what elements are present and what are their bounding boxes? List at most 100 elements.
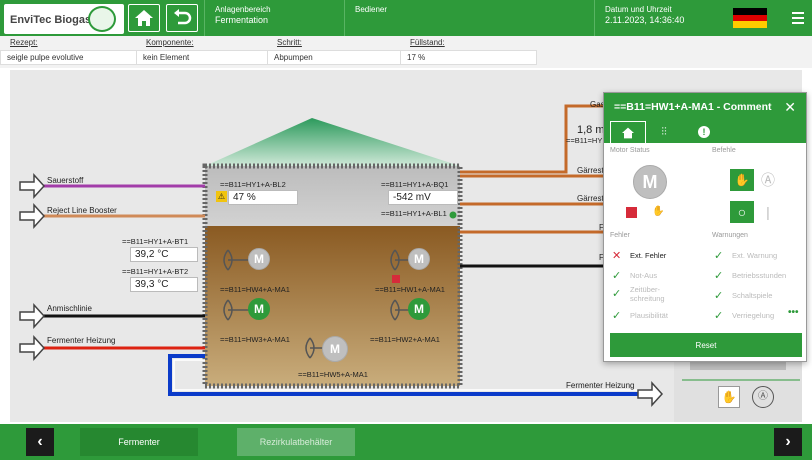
inlet-label-anmischlinie: Anmischlinie bbox=[47, 304, 92, 313]
inlet-label-heizung: Fermenter Heizung bbox=[47, 336, 116, 345]
sliders-icon: ⫶⫶ bbox=[661, 125, 667, 138]
motor-hw1[interactable]: M bbox=[408, 248, 430, 270]
return-icon bbox=[174, 9, 192, 25]
auto-button[interactable]: Ⓐ bbox=[756, 169, 780, 191]
befehle-label: Befehle bbox=[712, 147, 736, 154]
motor-hw3-tag: ==B11=HW3+A-MA1 bbox=[220, 335, 290, 344]
schritt-group: Schritt: Abpumpen bbox=[267, 38, 401, 65]
temp2-tag: ==B11=HY1+A-BT2 bbox=[122, 267, 189, 276]
redox-value: -542 mV bbox=[388, 190, 458, 205]
fehler-item-2: ✓ Not-Aus bbox=[612, 270, 658, 282]
language-flag-icon[interactable] bbox=[733, 8, 767, 28]
tab-info[interactable]: ! bbox=[688, 121, 720, 143]
motor-hw5-tag: ==B11=HW5+A-MA1 bbox=[298, 370, 368, 379]
motor-hw1-tag: ==B11=HW1+A-MA1 bbox=[375, 285, 445, 294]
motor-hw4-tag: ==B11=HW4+A-MA1 bbox=[220, 285, 290, 294]
fehler-item-1: ✕ Ext. Fehler bbox=[612, 250, 667, 262]
logo-text: EnviTec Biogas bbox=[10, 14, 92, 26]
rezept-group: Rezept: seigle pulpe evolutive bbox=[0, 38, 137, 65]
temp1-value: 39,2 °C bbox=[130, 247, 198, 262]
logo-icon bbox=[88, 6, 116, 32]
user-cell: Bediener bbox=[344, 0, 594, 36]
gaerrest-label-2: Gärrest bbox=[577, 194, 604, 203]
komponente-group: Komponente: kein Element bbox=[136, 38, 268, 65]
warnung-item-1: ✓ Ext. Warnung bbox=[714, 250, 778, 262]
inlet-label-sauerstoff: Sauerstoff bbox=[47, 176, 84, 185]
warning-icon[interactable]: ⚠ bbox=[216, 191, 227, 202]
panel-header: ==B11=HW1+A-MA1 - Comment ✕ bbox=[604, 93, 806, 121]
level-switch-indicator bbox=[449, 211, 457, 219]
reset-button[interactable]: Reset bbox=[610, 333, 802, 357]
tab-fermenter[interactable]: Fermenter bbox=[80, 428, 198, 456]
off-button[interactable]: | bbox=[756, 201, 780, 223]
manual-hand-icon[interactable]: ✋ bbox=[718, 386, 740, 408]
motor-hw2-tag: ==B11=HW2+A-MA1 bbox=[370, 335, 440, 344]
check-icon: ✓ bbox=[714, 290, 724, 302]
fehler-item-3: ✓ Zeitüber- schreitung bbox=[612, 285, 665, 303]
schritt-value: Abpumpen bbox=[267, 50, 401, 65]
inlet-label-reject: Reject Line Booster bbox=[47, 206, 117, 215]
level-value: 47 % bbox=[228, 190, 298, 205]
home-icon bbox=[622, 127, 634, 138]
panel-hand-icon: ✋ bbox=[652, 206, 665, 217]
level-switch-tag: ==B11=HY1+A-BL1 bbox=[381, 209, 447, 218]
check-icon: ✓ bbox=[714, 250, 724, 262]
info-bar: Rezept: seigle pulpe evolutive Komponent… bbox=[0, 36, 812, 68]
prev-button[interactable]: ‹ bbox=[26, 428, 54, 456]
tab-home[interactable] bbox=[610, 121, 646, 143]
level-tag: ==B11=HY1+A-BL2 bbox=[220, 180, 286, 189]
logo: EnviTec Biogas bbox=[4, 4, 124, 34]
temp2-value: 39,3 °C bbox=[130, 277, 198, 292]
rezept-label: Rezept: bbox=[10, 38, 38, 47]
motor-hw3[interactable]: M bbox=[248, 298, 270, 320]
tab-settings[interactable]: ⫶⫶ bbox=[648, 121, 680, 143]
manual-button[interactable]: ✋ bbox=[730, 169, 754, 191]
warnung-item-4: ✓ Verriegelung bbox=[714, 310, 775, 322]
fuellstand-group: Füllstand: 17 % bbox=[400, 38, 537, 65]
warnungen-label: Warnungen bbox=[712, 232, 748, 239]
schritt-label: Schritt: bbox=[277, 38, 302, 47]
cross-icon: ✕ bbox=[612, 250, 622, 262]
warnung-item-3: ✓ Schaltspiele bbox=[714, 290, 773, 302]
top-bar: EnviTec Biogas Anlagenbereich Fermentati… bbox=[0, 0, 812, 36]
motor-hw4[interactable]: M bbox=[248, 248, 270, 270]
fuellstand-label: Füllstand: bbox=[410, 38, 445, 47]
home-button[interactable] bbox=[128, 4, 160, 32]
panel-tabs: ⫶⫶ ! bbox=[604, 121, 806, 143]
chevron-right-icon: › bbox=[785, 433, 791, 450]
motor-hw2[interactable]: M bbox=[408, 298, 430, 320]
next-button[interactable]: › bbox=[774, 428, 802, 456]
check-icon: ✓ bbox=[612, 270, 622, 282]
fuellstand-value: 17 % bbox=[400, 50, 537, 65]
back-button[interactable] bbox=[166, 4, 198, 32]
close-icon[interactable]: ✕ bbox=[784, 99, 796, 116]
alarm-icon bbox=[392, 275, 400, 283]
panel-alarm-icon bbox=[626, 207, 637, 218]
check-icon: ✓ bbox=[612, 310, 622, 322]
menu-icon[interactable] bbox=[792, 12, 804, 27]
on-button[interactable]: ○ bbox=[730, 201, 754, 223]
temp1-tag: ==B11=HY1+A-BT1 bbox=[122, 237, 189, 246]
home-icon bbox=[135, 10, 153, 26]
user-label: Bediener bbox=[355, 5, 388, 14]
outlet-label-heizung: Fermenter Heizung bbox=[566, 381, 635, 390]
check-icon: ✓ bbox=[714, 270, 724, 282]
motor-hw5[interactable]: M bbox=[322, 336, 348, 362]
auto-icon[interactable]: Ⓐ bbox=[752, 386, 774, 408]
motor-comment-panel: ==B11=HW1+A-MA1 - Comment ✕ ⫶⫶ ! Motor S… bbox=[603, 92, 807, 362]
chevron-left-icon: ‹ bbox=[37, 433, 43, 450]
tank-roof bbox=[205, 118, 460, 166]
warnung-item-2: ✓ Betriebsstunden bbox=[714, 270, 787, 282]
datetime-cell: Datum und Uhrzeit 2.11.2023, 14:36:40 bbox=[594, 0, 729, 36]
area-value: Fermentation bbox=[215, 15, 269, 25]
datetime-value: 2.11.2023, 14:36:40 bbox=[605, 15, 685, 25]
area-label: Anlagenbereich bbox=[215, 5, 271, 14]
komponente-value: kein Element bbox=[136, 50, 268, 65]
flow-value: 1,8 m bbox=[577, 124, 605, 136]
fehler-item-4: ✓ Plausibilität bbox=[612, 310, 668, 322]
more-icon[interactable]: ••• bbox=[788, 307, 799, 318]
flow-tag: ==B11=HY bbox=[566, 136, 603, 145]
check-icon: ✓ bbox=[714, 310, 724, 322]
motor-status-label: Motor Status bbox=[610, 147, 650, 154]
tab-rezirkulatbehaelter[interactable]: Rezirkulatbehälter bbox=[237, 428, 355, 456]
